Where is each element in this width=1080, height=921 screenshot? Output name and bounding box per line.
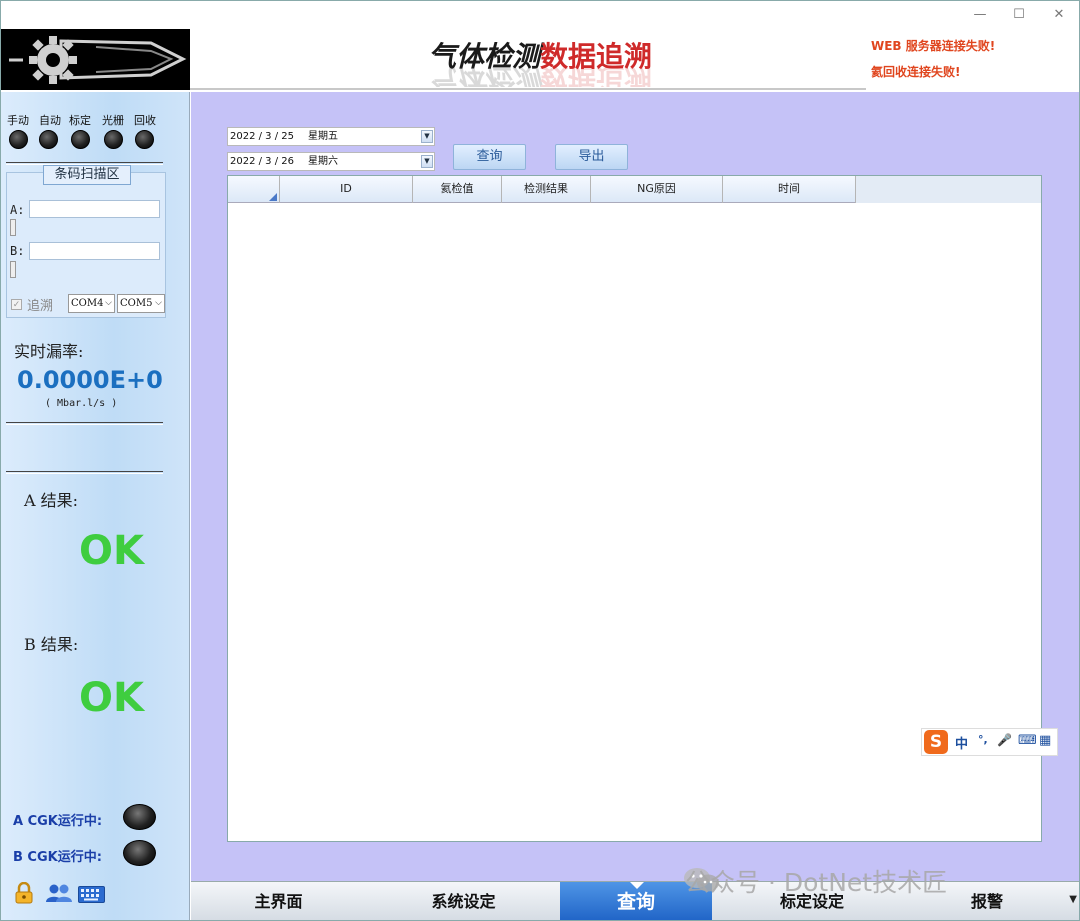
- reflection-part2: 数据追溯: [540, 67, 653, 87]
- com-port-a-value: COM4: [71, 298, 104, 309]
- start-date-value: 2022 / 3 / 25: [230, 131, 294, 142]
- result-a-value: OK: [79, 528, 144, 574]
- start-weekday: 星期五: [308, 131, 338, 142]
- divider: [6, 422, 163, 425]
- start-date-picker[interactable]: 2022 / 3 / 25 星期五 ▼: [227, 127, 435, 146]
- auto-indicator-led: [39, 130, 58, 149]
- nav-query-label: 查询: [616, 891, 655, 913]
- sogou-logo-icon[interactable]: S: [924, 730, 948, 754]
- company-logo: [1, 29, 190, 90]
- cgk-a-label: A CGK运行中:: [13, 814, 103, 829]
- ime-toolbox-icon[interactable]: ▦: [1039, 733, 1051, 748]
- nav-more-icon[interactable]: ▼: [1069, 894, 1077, 905]
- com-port-b-select[interactable]: COM5 ⌵: [117, 294, 165, 313]
- mode-labels: 手动 自动 标定 光栅 回收: [7, 112, 167, 127]
- users-icon[interactable]: [45, 883, 73, 903]
- title-bar: — ☐ ✕: [1, 1, 1079, 29]
- app-window: — ☐ ✕ 气体检测数据追溯 气体检测数据追溯 WEB 服务器连接失败! 氦回收…: [0, 0, 1080, 921]
- barcode-input-b[interactable]: [29, 242, 160, 260]
- select-all-icon: [269, 193, 277, 201]
- barcode-input-a[interactable]: [29, 200, 160, 218]
- maximize-button[interactable]: ☐: [1006, 5, 1032, 25]
- grating-indicator-led: [104, 130, 123, 149]
- scan-label-a: A:: [10, 203, 25, 217]
- keyboard-icon[interactable]: [78, 886, 105, 903]
- calendar-dropdown-icon[interactable]: ▼: [421, 155, 433, 168]
- barcode-scan-legend: 条码扫描区: [43, 165, 131, 185]
- calibrate-indicator-led: [71, 130, 90, 149]
- ime-chinese-mode[interactable]: 中: [955, 733, 968, 752]
- watermark-text: 公众号 · DotNet技术匠: [685, 868, 948, 897]
- nav-system-settings[interactable]: 系统设定: [366, 882, 561, 920]
- column-header-test-result[interactable]: 检测结果: [502, 176, 591, 203]
- end-date-value: 2022 / 3 / 26: [230, 156, 294, 167]
- cgk-b-label: B CGK运行中:: [13, 850, 102, 865]
- active-indicator: [630, 882, 644, 889]
- result-b-label: B 结果:: [24, 635, 79, 654]
- left-panel: 手动 自动 标定 光栅 回收 条码扫描区 A: B: ✓ 追溯 COM4 ⌵ C…: [1, 92, 190, 920]
- leak-rate-value: 0.0000E+0: [17, 366, 163, 394]
- helium-recovery-status: 氦回收连接失败!: [871, 65, 961, 79]
- com-port-b-value: COM5: [120, 298, 153, 309]
- column-header-ng-reason[interactable]: NG原因: [591, 176, 723, 203]
- select-all-corner[interactable]: [228, 176, 280, 203]
- leak-rate-unit: ( Mbar.l/s ): [45, 398, 118, 409]
- scan-b-scrollbar[interactable]: [10, 261, 16, 278]
- result-b-value: OK: [79, 675, 144, 721]
- web-server-status: WEB 服务器连接失败!: [871, 39, 996, 53]
- trace-checkbox[interactable]: ✓: [11, 299, 22, 310]
- recovery-indicator-led: [135, 130, 154, 149]
- header-title-area: 气体检测数据追溯 气体检测数据追溯: [190, 29, 866, 90]
- close-button[interactable]: ✕: [1046, 5, 1072, 25]
- connection-status-box: WEB 服务器连接失败! 氦回收连接失败!: [866, 29, 1079, 90]
- calendar-dropdown-icon[interactable]: ▼: [421, 130, 433, 143]
- header: 气体检测数据追溯 气体检测数据追溯 WEB 服务器连接失败! 氦回收连接失败!: [1, 29, 1079, 90]
- query-main-area: 2022 / 3 / 25 星期五 ▼ 2022 / 3 / 26 星期六 ▼ …: [191, 92, 1079, 881]
- com-port-a-select[interactable]: COM4 ⌵: [68, 294, 115, 313]
- divider: [6, 471, 163, 474]
- column-header-id[interactable]: ID: [280, 176, 413, 203]
- table-header: ID 氦检值 检测结果 NG原因 时间: [228, 176, 1041, 203]
- results-table[interactable]: ID 氦检值 检测结果 NG原因 时间: [227, 175, 1042, 842]
- mode-label-manual: 手动: [7, 114, 29, 127]
- result-a-label: A 结果:: [24, 491, 79, 510]
- export-button[interactable]: 导出: [555, 144, 628, 170]
- mode-label-calibrate: 标定: [69, 114, 91, 127]
- barcode-scan-group: 条码扫描区 A: B: ✓ 追溯 COM4 ⌵ COM5 ⌵: [6, 165, 166, 318]
- chevron-down-icon: ⌵: [155, 298, 162, 308]
- ime-microphone-icon[interactable]: 🎤: [997, 733, 1012, 747]
- query-button[interactable]: 查询: [453, 144, 526, 170]
- lock-icon[interactable]: [14, 882, 34, 904]
- end-date-picker[interactable]: 2022 / 3 / 26 星期六 ▼: [227, 152, 435, 171]
- column-header-time[interactable]: 时间: [723, 176, 856, 203]
- ime-toolbar[interactable]: S 中 °, 🎤 ⌨ ▦: [921, 728, 1058, 756]
- leak-rate-label: 实时漏率:: [14, 342, 84, 361]
- nav-main-screen[interactable]: 主界面: [191, 882, 366, 920]
- header-filler: [856, 176, 1041, 203]
- reflection-part1: 气体检测: [428, 67, 541, 87]
- scan-label-b: B:: [10, 244, 25, 258]
- column-header-helium-value[interactable]: 氦检值: [413, 176, 502, 203]
- mode-label-grating: 光栅: [102, 114, 124, 127]
- end-weekday: 星期六: [308, 156, 338, 167]
- page-title-reflection: 气体检测数据追溯: [428, 67, 652, 87]
- trace-label: 追溯: [27, 299, 54, 314]
- chevron-down-icon: ⌵: [105, 298, 112, 308]
- mode-label-auto: 自动: [39, 114, 61, 127]
- manual-indicator-led: [9, 130, 28, 149]
- gear-eye-logo-icon: [9, 36, 187, 84]
- cgk-a-led: [123, 804, 156, 830]
- mode-label-recovery: 回收: [134, 114, 156, 127]
- cgk-b-led: [123, 840, 156, 866]
- minimize-button[interactable]: —: [967, 5, 993, 25]
- ime-punctuation-icon[interactable]: °,: [978, 733, 988, 746]
- ime-keyboard-icon[interactable]: ⌨: [1018, 733, 1037, 748]
- scan-a-scrollbar[interactable]: [10, 219, 16, 236]
